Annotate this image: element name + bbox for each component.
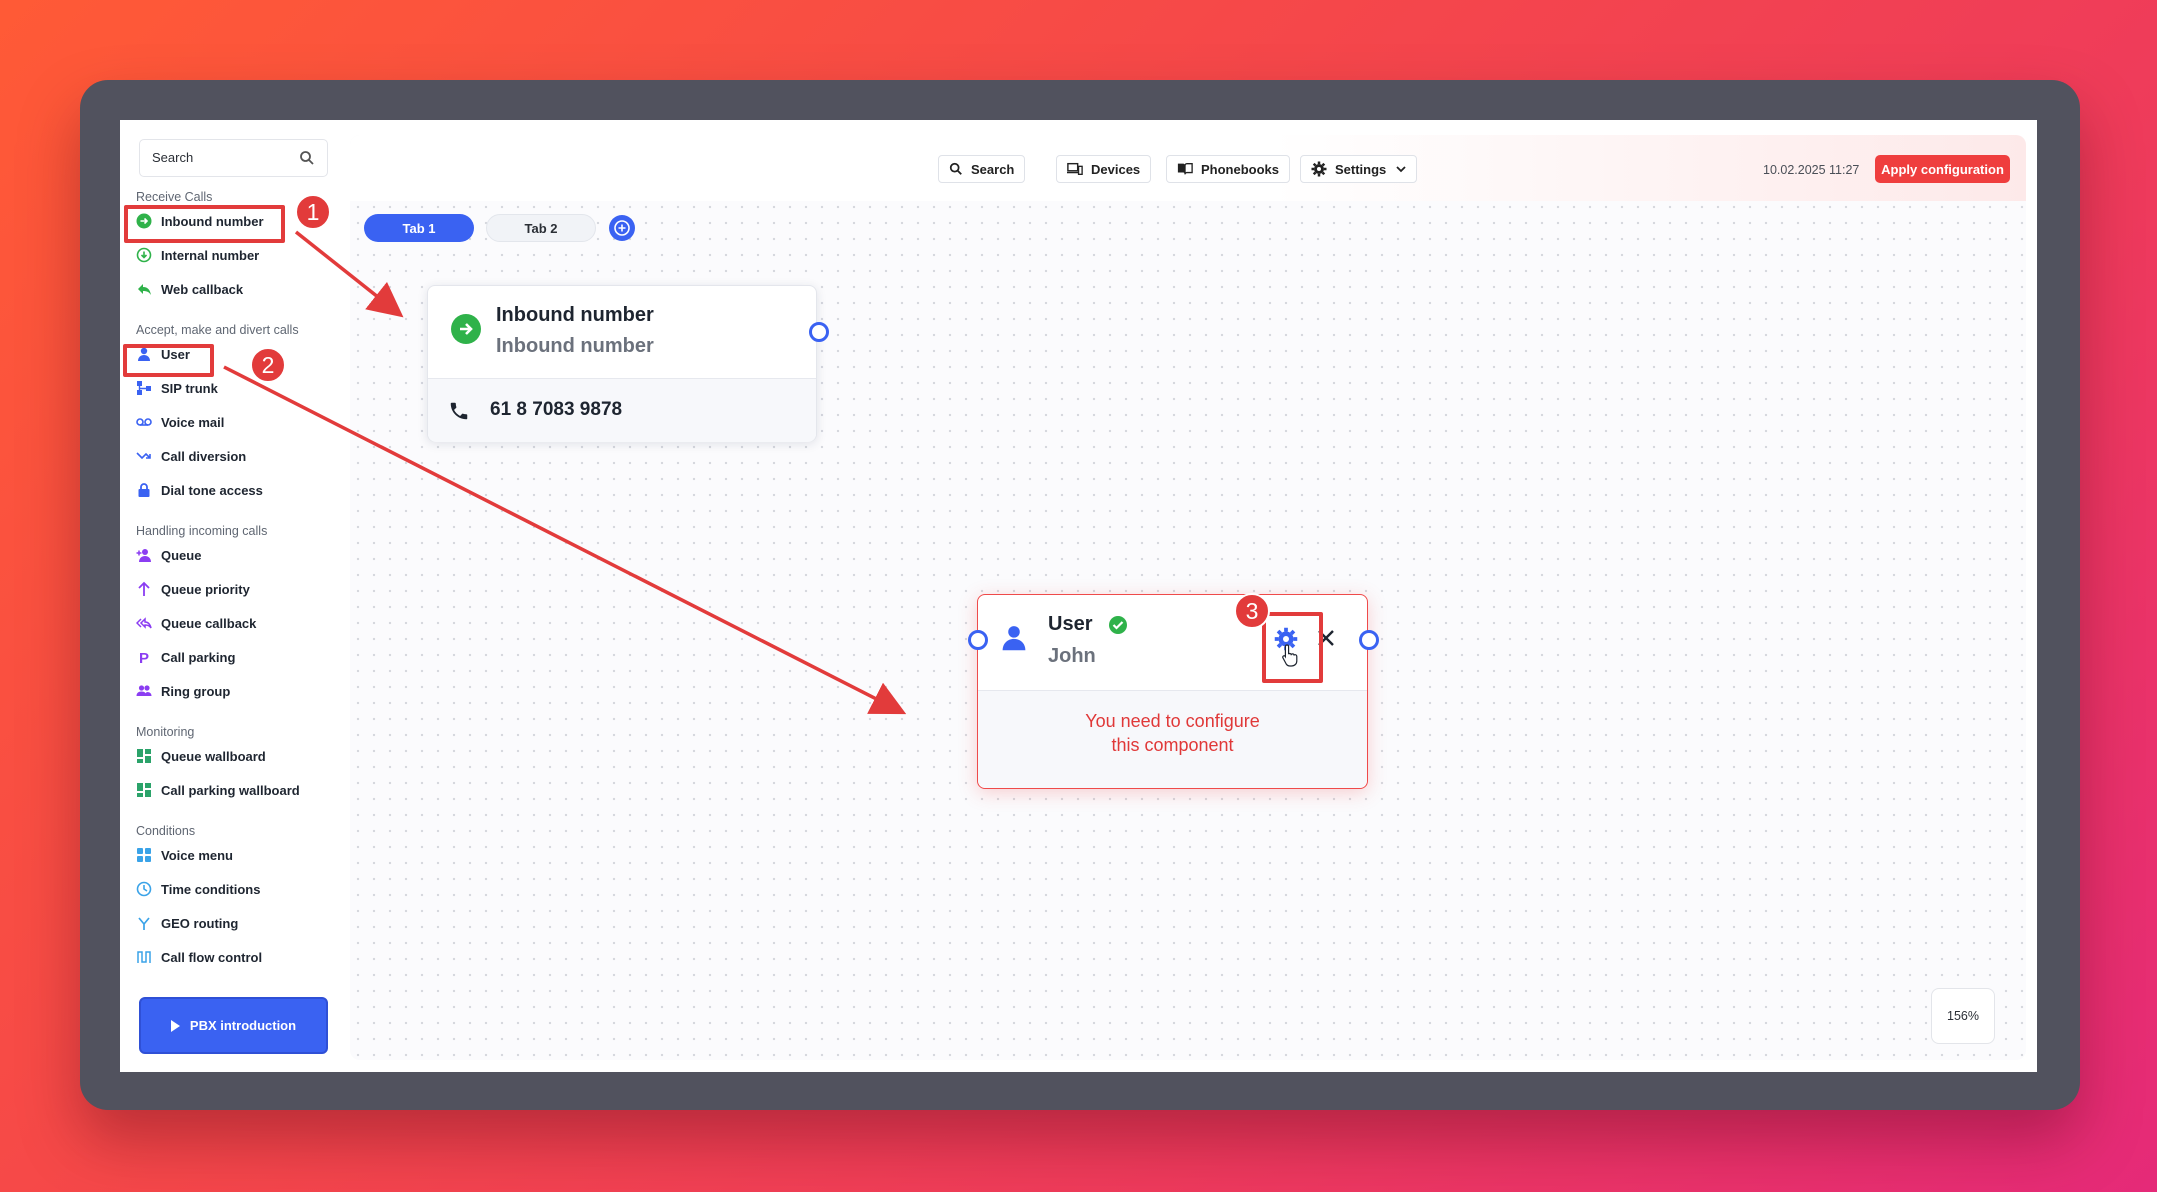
annotation-arrow-1 <box>294 230 404 318</box>
annotation-highlight-configure <box>1262 612 1323 683</box>
annotation-highlight-user <box>123 344 214 377</box>
annotation-badge-3: 3 <box>1234 593 1270 629</box>
annotation-highlight-inbound <box>124 205 285 243</box>
annotation-arrow-2 <box>223 365 907 715</box>
annotation-badge-1: 1 <box>295 194 331 230</box>
annotation-badge-2: 2 <box>250 347 286 383</box>
annotation-arrows <box>223 230 907 715</box>
